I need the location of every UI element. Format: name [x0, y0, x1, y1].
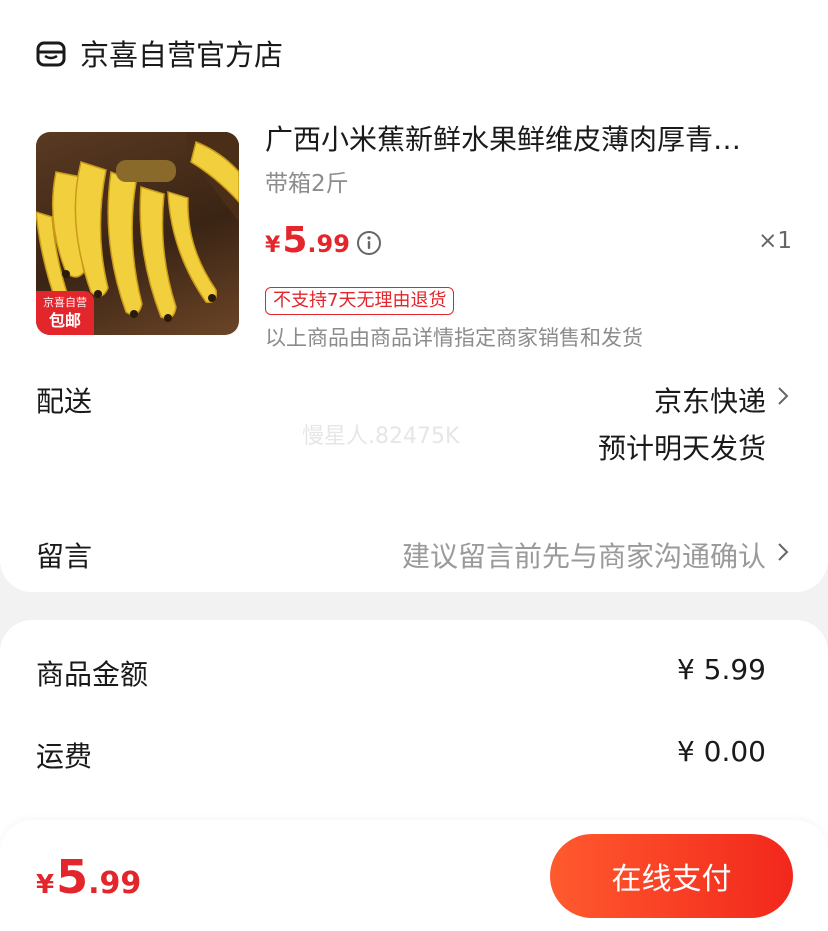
product-spec: 带箱2斤 [265, 171, 349, 197]
shop-name: 京喜自营官方店 [80, 38, 284, 72]
message-hint[interactable]: 建议留言前先与商家沟通确认 [402, 535, 766, 575]
watermark: 慢星人.82475K [302, 424, 460, 449]
no-return-tag: 不支持7天无理由退货 [265, 287, 455, 315]
order-card: 京喜自营官方店 京喜自营 包邮 广西小米蕉新鲜水果鲜维皮薄肉厚青… 带箱2斤 ¥… [0, 0, 828, 592]
product-image[interactable]: 京喜自营 包邮 [36, 132, 239, 335]
shop-header[interactable]: 京喜自营官方店 [36, 30, 283, 76]
pay-online-button[interactable]: 在线支付 [550, 834, 793, 918]
goods-amount-value: ¥ 5.99 [676, 653, 766, 686]
price-currency: ¥ [265, 233, 281, 258]
chevron-right-icon[interactable] [776, 384, 790, 408]
shipping-fee-value: ¥ 0.00 [676, 735, 766, 768]
image-badge: 京喜自营 包邮 [36, 291, 94, 335]
product-title[interactable]: 广西小米蕉新鲜水果鲜维皮薄肉厚青… [265, 120, 795, 160]
message-label: 留言 [36, 540, 93, 573]
goods-amount-label: 商品金额 [36, 658, 149, 691]
price-integer: 5 [282, 220, 308, 261]
badge-line2: 包邮 [48, 311, 81, 330]
total-integer: 5 [56, 850, 89, 904]
delivery-method[interactable]: 京东快递 [654, 380, 766, 420]
total-decimal: .99 [88, 866, 142, 901]
quantity: ×1 [758, 228, 792, 254]
delivery-label: 配送 [36, 385, 93, 418]
badge-line1: 京喜自营 [43, 296, 87, 309]
info-icon[interactable] [356, 230, 382, 256]
price-decimal: .99 [307, 230, 350, 258]
chevron-right-icon[interactable] [776, 540, 790, 564]
total-price: ¥ 5 .99 [36, 850, 141, 904]
store-icon [36, 38, 66, 68]
seller-note: 以上商品由商品详情指定商家销售和发货 [265, 326, 643, 350]
shipping-fee-label: 运费 [36, 740, 93, 773]
delivery-estimate: 预计明天发货 [597, 432, 766, 465]
total-currency: ¥ [36, 870, 55, 900]
product-price: ¥ 5 .99 [265, 220, 350, 261]
